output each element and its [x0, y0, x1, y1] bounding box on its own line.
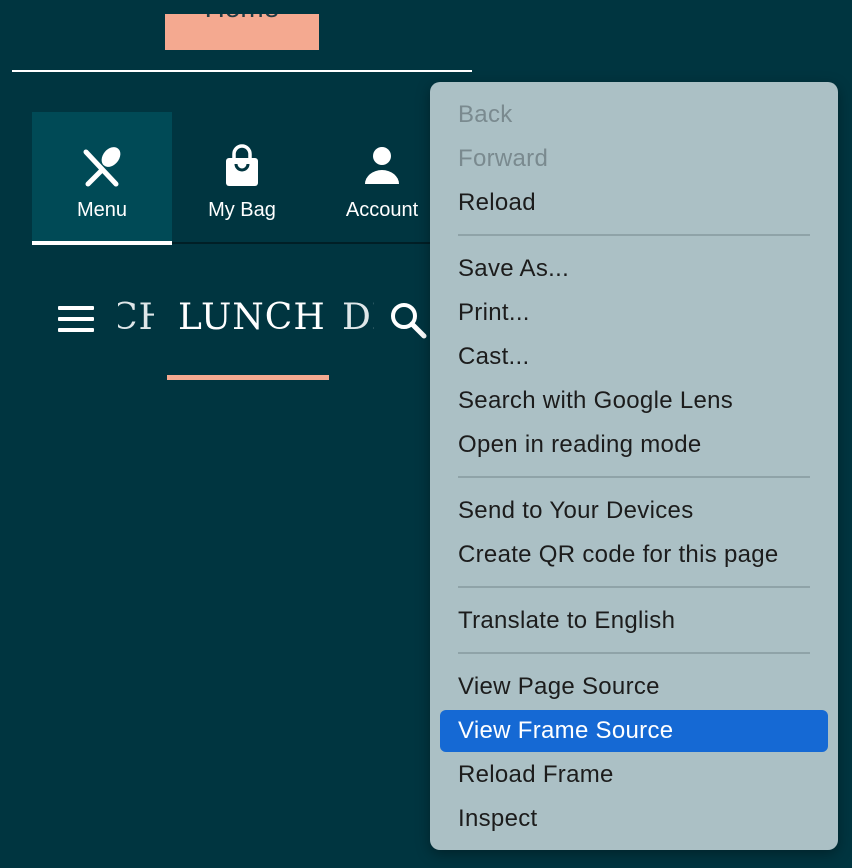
nav-divider: [172, 242, 432, 244]
nav-item-my-bag[interactable]: My Bag: [172, 112, 312, 245]
menu-item-view-frame-source[interactable]: View Frame Source: [440, 710, 828, 752]
menu-item-save-as[interactable]: Save As...: [440, 248, 828, 290]
menu-item-cast[interactable]: Cast...: [440, 336, 828, 378]
category-tab-partial-left[interactable]: CH: [118, 297, 154, 338]
category-tab-label: LUNCH: [178, 297, 326, 338]
category-tab-label: DI: [342, 297, 374, 338]
menu-separator: [458, 234, 810, 236]
menu-item-reading-mode[interactable]: Open in reading mode: [440, 424, 828, 466]
nav-item-menu[interactable]: Menu: [32, 112, 172, 245]
search-icon[interactable]: [388, 300, 428, 340]
menu-item-reload-frame[interactable]: Reload Frame: [440, 754, 828, 796]
utensils-icon: [83, 147, 121, 187]
bottom-nav: Menu My Bag Account: [32, 112, 432, 245]
menu-separator: [458, 652, 810, 654]
category-tab-partial-right[interactable]: DI: [342, 297, 374, 338]
context-menu: Back Forward Reload Save As... Print... …: [430, 82, 838, 850]
menu-separator: [458, 476, 810, 478]
active-tab-underline: [167, 375, 329, 380]
category-tab-label: CH: [118, 297, 154, 338]
menu-item-translate[interactable]: Translate to English: [440, 600, 828, 642]
bag-icon: [226, 144, 258, 186]
menu-item-send-to-devices[interactable]: Send to Your Devices: [440, 490, 828, 532]
category-tab-lunch[interactable]: LUNCH: [178, 297, 326, 338]
nav-item-label: My Bag: [208, 199, 276, 221]
menu-item-view-page-source[interactable]: View Page Source: [440, 666, 828, 708]
menu-item-back[interactable]: Back: [440, 94, 828, 136]
menu-separator: [458, 586, 810, 588]
menu-item-google-lens[interactable]: Search with Google Lens: [440, 380, 828, 422]
home-button[interactable]: Home: [165, 14, 319, 50]
home-button-label: Home: [165, 14, 319, 24]
menu-item-forward[interactable]: Forward: [440, 138, 828, 180]
menu-item-qr-code[interactable]: Create QR code for this page: [440, 534, 828, 576]
hamburger-menu-icon[interactable]: [58, 306, 94, 332]
menu-item-reload[interactable]: Reload: [440, 182, 828, 224]
menu-item-inspect[interactable]: Inspect: [440, 798, 828, 840]
nav-item-label: Menu: [76, 199, 128, 221]
person-icon: [365, 147, 399, 184]
menu-item-print[interactable]: Print...: [440, 292, 828, 334]
header-divider: [12, 70, 472, 72]
